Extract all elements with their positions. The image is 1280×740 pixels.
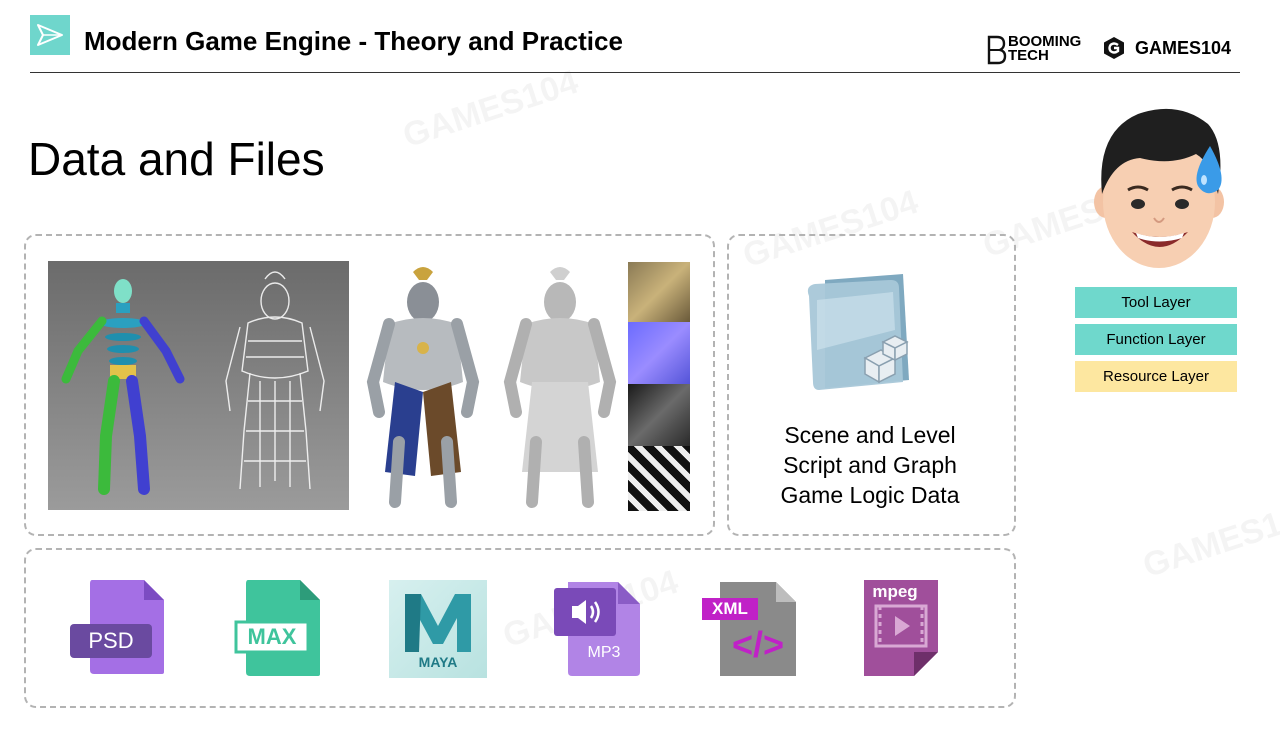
psd-label: PSD	[88, 628, 134, 653]
booming-b-icon	[987, 35, 1007, 65]
resource-layer-label: Resource Layer	[1075, 361, 1237, 392]
tool-layer-label: Tool Layer	[1075, 287, 1237, 318]
albedo-texture	[628, 262, 690, 322]
scene-line-3: Game Logic Data	[780, 482, 960, 508]
watermark: GAMES104	[398, 63, 583, 156]
texture-maps-strip	[628, 262, 690, 511]
max-file-icon: MAX	[234, 580, 324, 678]
psd-file-icon: PSD	[70, 580, 166, 676]
watermark: GAMES104	[1138, 493, 1280, 586]
games-g-icon	[1104, 37, 1124, 59]
scene-line-2: Script and Graph	[783, 452, 957, 478]
skeleton-figure	[61, 279, 185, 495]
max-label: MAX	[247, 624, 297, 649]
code-glyph-icon: </>	[731, 624, 785, 665]
paper-plane-icon	[37, 24, 63, 46]
course-title: Modern Game Engine - Theory and Practice	[84, 26, 623, 56]
maya-label: MAYA	[418, 654, 458, 670]
mpeg-label: mpeg	[872, 582, 918, 601]
avatar	[1088, 102, 1230, 277]
course-logo	[30, 15, 70, 55]
mp3-label: MP3	[587, 644, 621, 661]
textured-armor-model	[355, 262, 491, 515]
mpeg-file-icon: mpeg	[864, 580, 938, 676]
mp3-file-icon: MP3	[554, 580, 644, 678]
function-layer-label: Function Layer	[1075, 324, 1237, 355]
wireframe-figure	[225, 271, 325, 490]
slide-title: Data and Files	[28, 133, 325, 185]
xml-label: XML	[712, 599, 748, 618]
skeleton-rig-image	[48, 261, 349, 510]
header-divider	[30, 72, 1240, 73]
tech-text: TECH	[1008, 47, 1049, 64]
games104-text: GAMES104	[1135, 38, 1232, 58]
mask-texture	[628, 446, 690, 511]
scene-data-list: Scene and Level Script and Graph Game Lo…	[735, 420, 1005, 510]
xml-file-icon: XML </>	[702, 582, 798, 678]
maya-app-icon: MAYA	[389, 580, 487, 678]
roughness-texture	[628, 384, 690, 446]
normal-map-texture	[628, 322, 690, 384]
clay-armor-model	[492, 262, 628, 515]
scene-line-1: Scene and Level	[784, 422, 956, 448]
scene-data-icon	[795, 270, 925, 405]
